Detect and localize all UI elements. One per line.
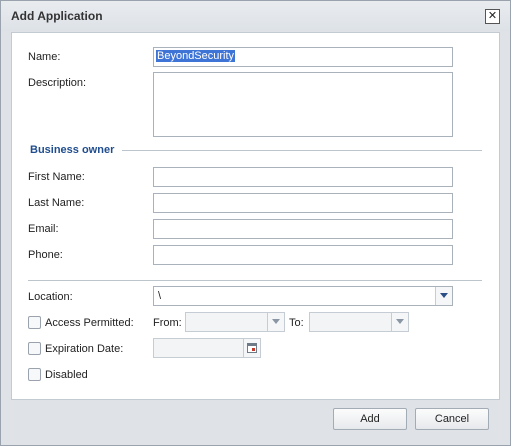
email-field[interactable] — [153, 219, 453, 239]
calendar-icon — [247, 343, 257, 353]
add-application-dialog: Add Application ✕ Name: BeyondSecurity D… — [0, 0, 511, 446]
first-name-field[interactable] — [153, 167, 453, 187]
access-permitted-checkbox[interactable] — [28, 316, 41, 329]
to-combo[interactable] — [309, 312, 409, 332]
date-picker-button[interactable] — [243, 339, 260, 357]
email-label: Email: — [28, 223, 59, 235]
description-field[interactable] — [153, 72, 453, 137]
location-value: \ — [158, 290, 162, 302]
expiration-date-checkbox[interactable] — [28, 342, 41, 355]
location-label: Location: — [28, 291, 73, 303]
to-dropdown-button[interactable] — [391, 313, 408, 331]
disabled-label: Disabled — [45, 369, 88, 381]
description-label: Description: — [28, 77, 87, 89]
chevron-down-icon — [440, 293, 448, 298]
chevron-down-icon — [396, 319, 404, 324]
close-button[interactable]: ✕ — [485, 9, 500, 24]
dialog-body: Name: BeyondSecurity Description: Busine… — [11, 32, 500, 400]
first-name-label: First Name: — [28, 171, 85, 183]
from-dropdown-button[interactable] — [267, 313, 284, 331]
add-button[interactable]: Add — [333, 408, 407, 430]
access-permitted-label: Access Permitted: — [45, 317, 134, 329]
section-divider — [28, 280, 482, 281]
cancel-button[interactable]: Cancel — [415, 408, 489, 430]
disabled-checkbox[interactable] — [28, 368, 41, 381]
name-label: Name: — [28, 51, 61, 63]
to-label: To: — [289, 317, 304, 329]
phone-field[interactable] — [153, 245, 453, 265]
last-name-label: Last Name: — [28, 197, 85, 209]
location-combo[interactable]: \ — [153, 286, 453, 306]
name-field[interactable]: BeyondSecurity — [153, 47, 453, 67]
from-label: From: — [153, 317, 182, 329]
dialog-titlebar[interactable]: Add Application ✕ — [1, 1, 510, 31]
expiration-date-label: Expiration Date: — [45, 343, 124, 355]
close-icon: ✕ — [487, 10, 498, 22]
expiration-date-field[interactable] — [153, 338, 261, 358]
phone-label: Phone: — [28, 249, 63, 261]
last-name-field[interactable] — [153, 193, 453, 213]
business-owner-divider — [122, 150, 482, 151]
chevron-down-icon — [272, 319, 280, 324]
name-field-value: BeyondSecurity — [156, 50, 236, 62]
business-owner-title: Business owner — [30, 144, 115, 156]
from-combo[interactable] — [185, 312, 285, 332]
dialog-title: Add Application — [11, 9, 103, 23]
location-dropdown-button[interactable] — [435, 287, 452, 305]
